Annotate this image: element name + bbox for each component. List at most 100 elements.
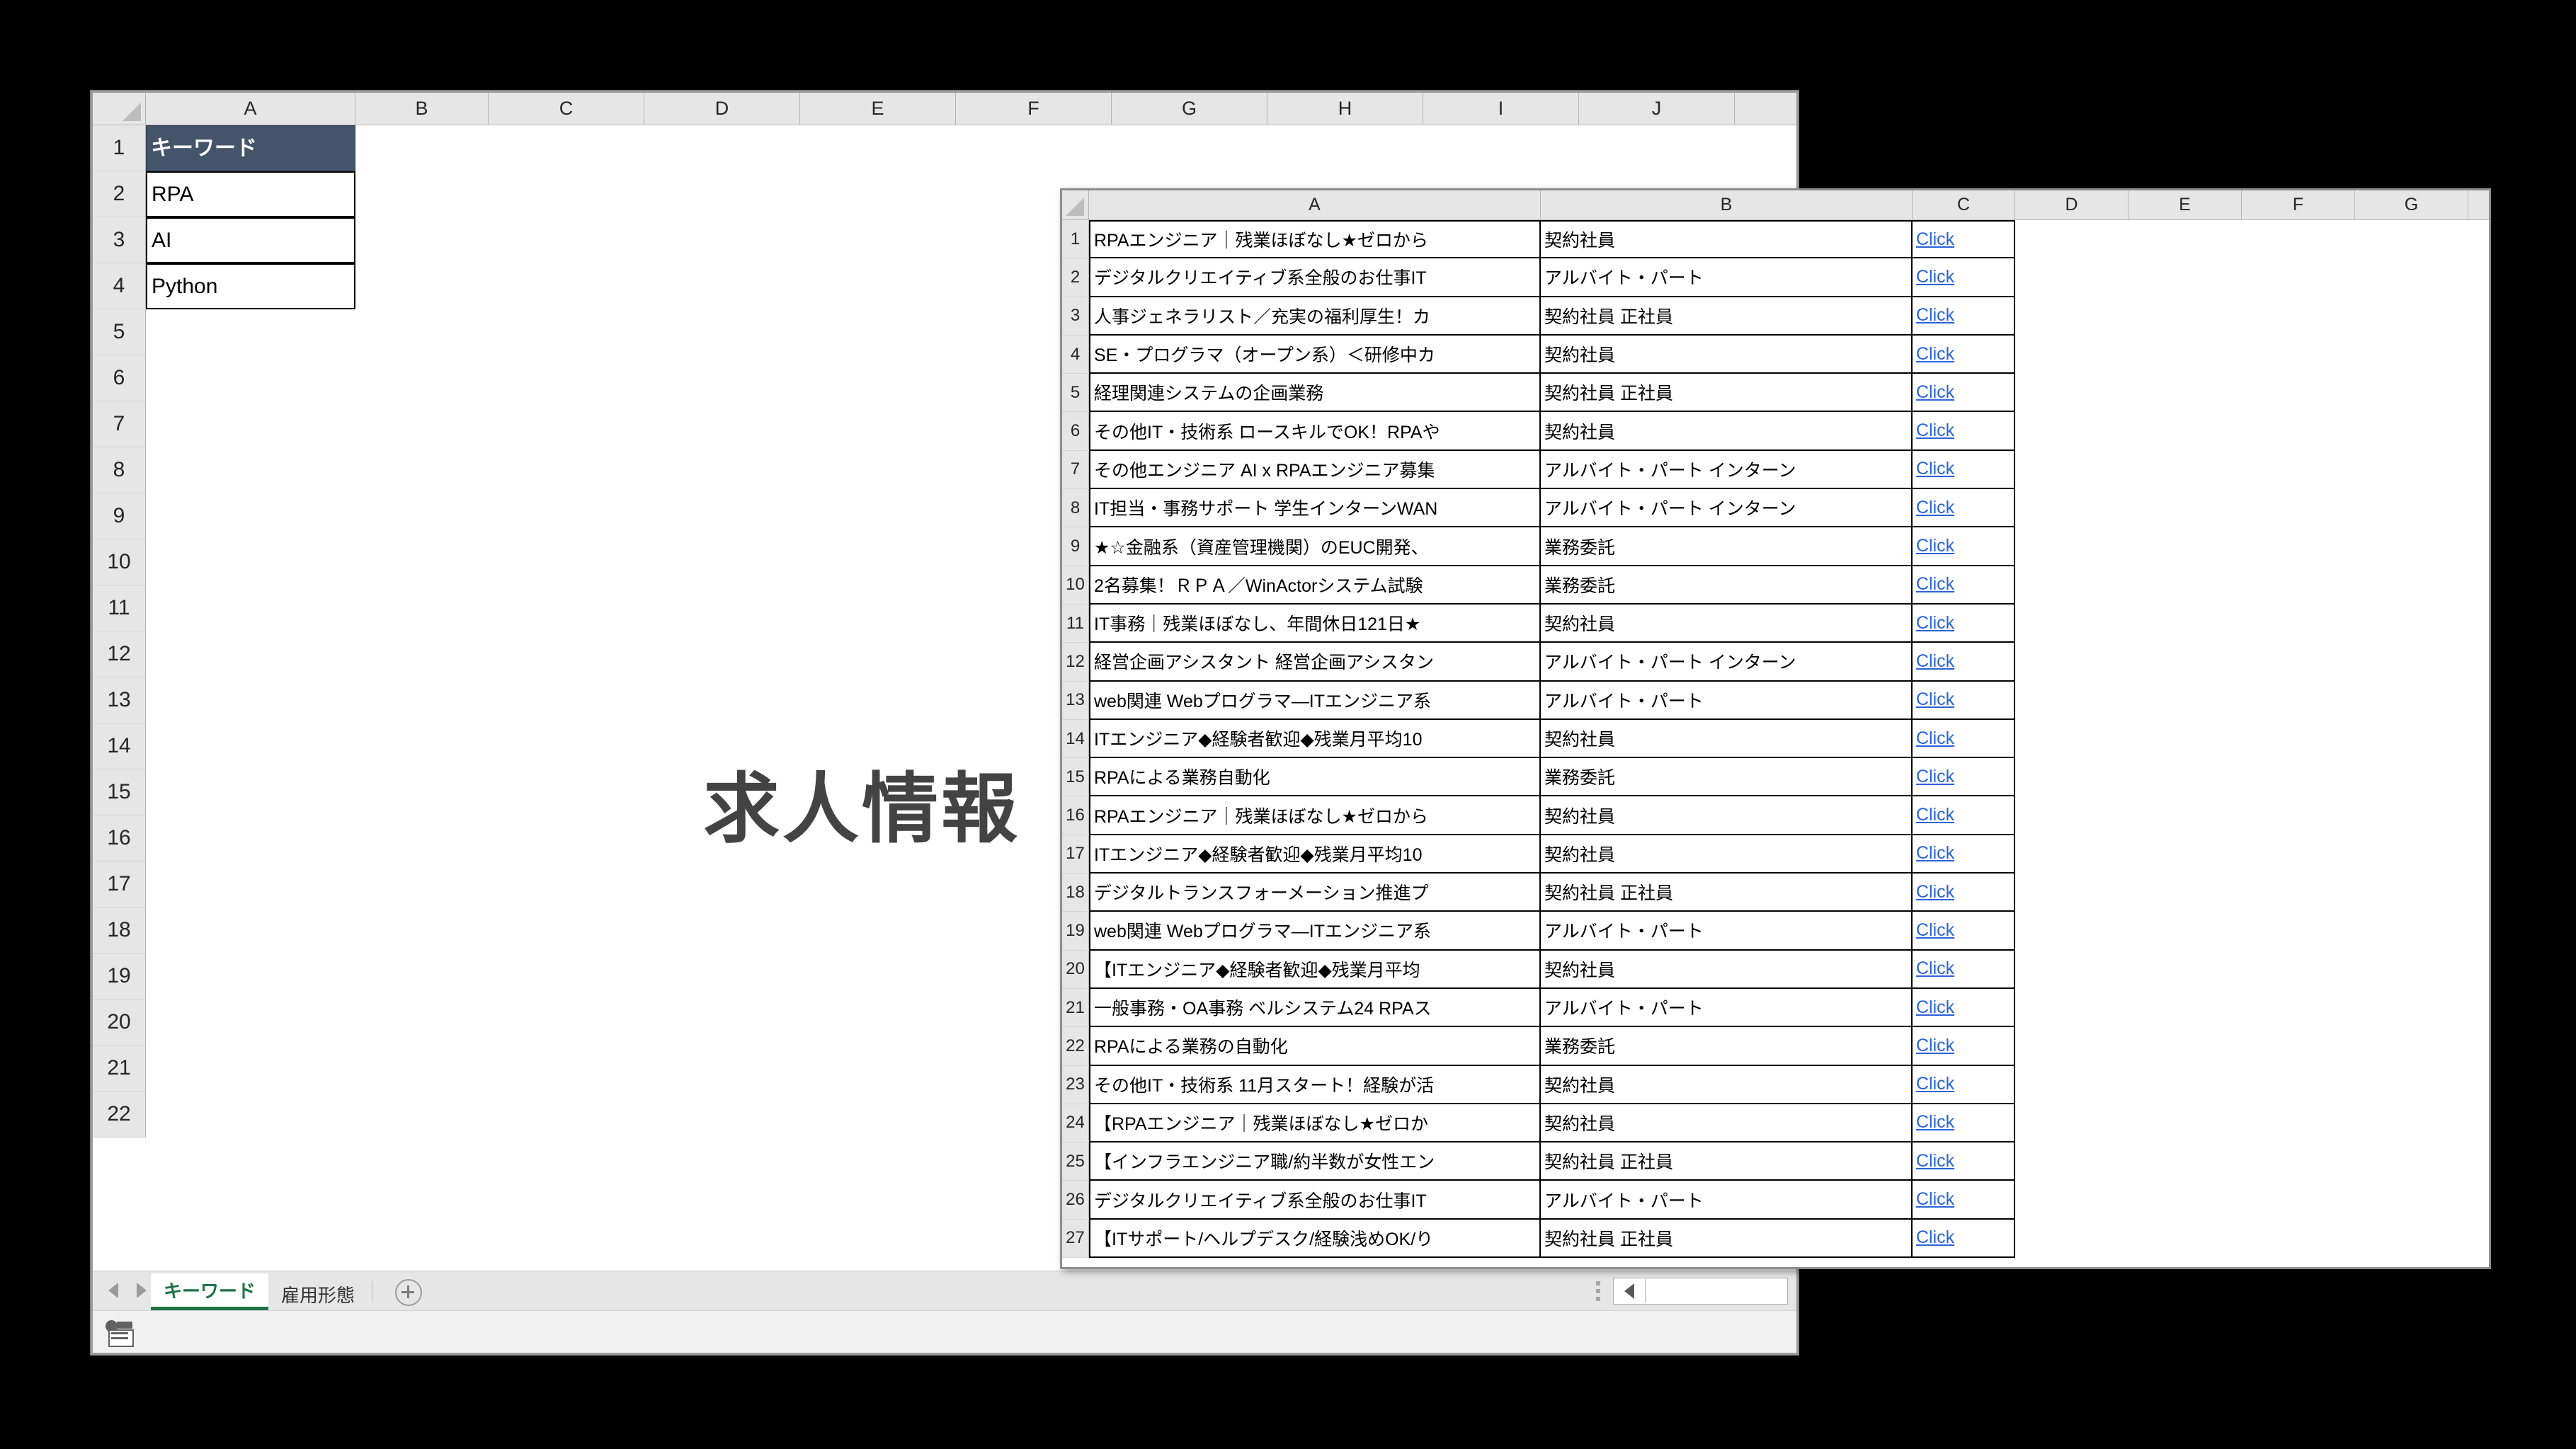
- back-row-header-9[interactable]: 9: [93, 493, 146, 539]
- back-row-header-20[interactable]: 20: [93, 1000, 146, 1046]
- front-cell-C22[interactable]: Click: [1913, 1027, 2015, 1066]
- front-cell-C6[interactable]: Click: [1913, 412, 2015, 451]
- sheet-tab-keyword[interactable]: キーワード: [151, 1273, 269, 1310]
- front-cell-C23[interactable]: Click: [1913, 1065, 2015, 1104]
- front-cell-A22[interactable]: RPAによる業務の自動化: [1089, 1027, 1541, 1066]
- front-cell-C8[interactable]: Click: [1913, 489, 2015, 528]
- front-cell-B7[interactable]: アルバイト・パート インターン: [1541, 450, 1913, 490]
- front-row-header-22[interactable]: 22: [1062, 1027, 1089, 1066]
- table-row[interactable]: 3 人事ジェネラリスト／充実の福利厚生！カ 契約社員 正社員 Click: [1062, 297, 2489, 336]
- click-link[interactable]: Click: [1916, 843, 1954, 864]
- table-row[interactable]: 11 IT事務｜残業ほぼなし、年間休日121日★ 契約社員 Click: [1062, 604, 2489, 643]
- back-col-header-E[interactable]: E: [800, 93, 956, 125]
- front-cell-B3[interactable]: 契約社員 正社員: [1541, 297, 1913, 336]
- click-link[interactable]: Click: [1916, 574, 1954, 595]
- front-cell-C10[interactable]: Click: [1913, 566, 2015, 605]
- click-link[interactable]: Click: [1916, 613, 1954, 634]
- front-cell-A3[interactable]: 人事ジェネラリスト／充実の福利厚生！カ: [1089, 297, 1541, 336]
- triangle-right-icon[interactable]: [137, 1283, 147, 1298]
- front-row-header-8[interactable]: 8: [1062, 489, 1089, 528]
- back-row-header-11[interactable]: 11: [93, 585, 146, 631]
- front-cell-C18[interactable]: Click: [1913, 874, 2015, 912]
- table-row[interactable]: 4 SE・プログラマ（オープン系）＜研修中カ 契約社員 Click: [1062, 335, 2489, 374]
- table-row[interactable]: 14 ITエンジニア◆経験者歓迎◆残業月平均10 契約社員 Click: [1062, 719, 2489, 759]
- front-row-header-16[interactable]: 16: [1062, 796, 1089, 835]
- back-col-header-D[interactable]: D: [644, 93, 800, 125]
- front-row-header-4[interactable]: 4: [1062, 335, 1089, 374]
- front-cell-A6[interactable]: その他IT・技術系 ロースキルでOK！RPAや: [1089, 412, 1541, 451]
- front-cell-A5[interactable]: 経理関連システムの企画業務: [1089, 374, 1541, 413]
- front-cell-A17[interactable]: ITエンジニア◆経験者歓迎◆残業月平均10: [1089, 835, 1541, 874]
- front-grid-area[interactable]: A B C D E F G 1 RPAエンジニア｜残業ほぼなし★ゼロから 契約社員 C…: [1062, 190, 2489, 1267]
- click-link[interactable]: Click: [1916, 651, 1954, 672]
- select-all-corner-icon[interactable]: [1062, 190, 1089, 219]
- front-cell-C14[interactable]: Click: [1913, 719, 2015, 759]
- front-cell-B14[interactable]: 契約社員: [1541, 719, 1913, 759]
- front-cell-B26[interactable]: アルバイト・パート: [1541, 1181, 1913, 1220]
- front-cell-A25[interactable]: 【インフラエンジニア職/約半数が女性エン: [1089, 1142, 1541, 1181]
- front-row-header-13[interactable]: 13: [1062, 681, 1089, 720]
- click-link[interactable]: Click: [1916, 498, 1954, 518]
- front-cell-A18[interactable]: デジタルトランスフォーメーション推進プ: [1089, 874, 1541, 912]
- click-link[interactable]: Click: [1916, 1074, 1954, 1094]
- front-cell-B21[interactable]: アルバイト・パート: [1541, 988, 1913, 1028]
- front-cell-A10[interactable]: 2名募集！ＲＰＡ／WinActorシステム試験: [1089, 566, 1541, 605]
- click-link[interactable]: Click: [1916, 420, 1954, 441]
- front-row-header-14[interactable]: 14: [1062, 719, 1089, 759]
- back-row-header-15[interactable]: 15: [93, 769, 146, 815]
- click-link[interactable]: Click: [1916, 1036, 1954, 1056]
- front-cell-A14[interactable]: ITエンジニア◆経験者歓迎◆残業月平均10: [1089, 719, 1541, 759]
- table-row[interactable]: 2 デジタルクリエイティブ系全般のお仕事IT アルバイト・パート Click: [1062, 258, 2489, 297]
- back-row-header-4[interactable]: 4: [93, 263, 146, 309]
- front-col-header-B[interactable]: B: [1541, 190, 1913, 219]
- back-row-header-1[interactable]: 1: [93, 125, 146, 171]
- front-cell-C5[interactable]: Click: [1913, 374, 2015, 413]
- front-cell-B24[interactable]: 契約社員: [1541, 1104, 1913, 1143]
- table-row[interactable]: 6 その他IT・技術系 ロースキルでOK！RPAや 契約社員 Click: [1062, 412, 2489, 451]
- front-cell-B10[interactable]: 業務委託: [1541, 566, 1913, 605]
- back-row-header-2[interactable]: 2: [93, 171, 146, 217]
- front-col-header-E[interactable]: E: [2128, 190, 2242, 219]
- back-col-header-F[interactable]: F: [956, 93, 1112, 125]
- front-cell-C19[interactable]: Click: [1913, 912, 2015, 951]
- click-link[interactable]: Click: [1916, 805, 1954, 825]
- click-link[interactable]: Click: [1916, 997, 1954, 1018]
- back-row-header-8[interactable]: 8: [93, 447, 146, 493]
- front-cell-C7[interactable]: Click: [1913, 450, 2015, 490]
- front-cell-A4[interactable]: SE・プログラマ（オープン系）＜研修中カ: [1089, 335, 1541, 374]
- back-row-header-18[interactable]: 18: [93, 907, 146, 953]
- front-row-header-23[interactable]: 23: [1062, 1065, 1089, 1104]
- front-cell-C17[interactable]: Click: [1913, 835, 2015, 874]
- back-cell-A1[interactable]: キーワード: [146, 125, 355, 171]
- click-link[interactable]: Click: [1916, 382, 1954, 403]
- front-row-header-11[interactable]: 11: [1062, 604, 1089, 643]
- table-row[interactable]: 17 ITエンジニア◆経験者歓迎◆残業月平均10 契約社員 Click: [1062, 835, 2489, 874]
- click-link[interactable]: Click: [1916, 728, 1954, 749]
- click-link[interactable]: Click: [1916, 267, 1954, 287]
- back-col-header-C[interactable]: C: [489, 93, 644, 125]
- back-col-header-J[interactable]: J: [1579, 93, 1735, 125]
- front-cell-B20[interactable]: 契約社員: [1541, 950, 1913, 989]
- table-row[interactable]: 27 【ITサポート/ヘルプデスク/経験浅めOK/り 契約社員 正社員 Click: [1062, 1219, 2489, 1259]
- front-cell-B2[interactable]: アルバイト・パート: [1541, 258, 1913, 297]
- front-row-header-17[interactable]: 17: [1062, 835, 1089, 874]
- back-col-header-G[interactable]: G: [1112, 93, 1267, 125]
- front-row-header-27[interactable]: 27: [1062, 1219, 1089, 1259]
- back-row-header-21[interactable]: 21: [93, 1046, 146, 1092]
- back-col-header-B[interactable]: B: [355, 93, 489, 125]
- table-row[interactable]: 19 web関連 Webプログラマ―ITエンジニア系 アルバイト・パート Click: [1062, 912, 2489, 951]
- triangle-left-icon[interactable]: [108, 1283, 118, 1298]
- table-row[interactable]: 8 IT担当・事務サポート 学生インターンWAN アルバイト・パート インターン Cl…: [1062, 489, 2489, 528]
- front-cell-B12[interactable]: アルバイト・パート インターン: [1541, 643, 1913, 682]
- front-row-header-19[interactable]: 19: [1062, 912, 1089, 951]
- front-cell-B22[interactable]: 業務委託: [1541, 1027, 1913, 1066]
- back-col-header-H[interactable]: H: [1267, 93, 1423, 125]
- front-cell-C13[interactable]: Click: [1913, 681, 2015, 720]
- front-cell-A20[interactable]: 【ITエンジニア◆経験者歓迎◆残業月平均: [1089, 950, 1541, 989]
- table-row[interactable]: 26 デジタルクリエイティブ系全般のお仕事IT アルバイト・パート Click: [1062, 1181, 2489, 1220]
- front-cell-A23[interactable]: その他IT・技術系 11月スタート！経験が活: [1089, 1065, 1541, 1104]
- front-row-header-6[interactable]: 6: [1062, 412, 1089, 451]
- back-row-header-6[interactable]: 6: [93, 355, 146, 401]
- click-link[interactable]: Click: [1916, 229, 1954, 250]
- back-row-header-3[interactable]: 3: [93, 217, 146, 263]
